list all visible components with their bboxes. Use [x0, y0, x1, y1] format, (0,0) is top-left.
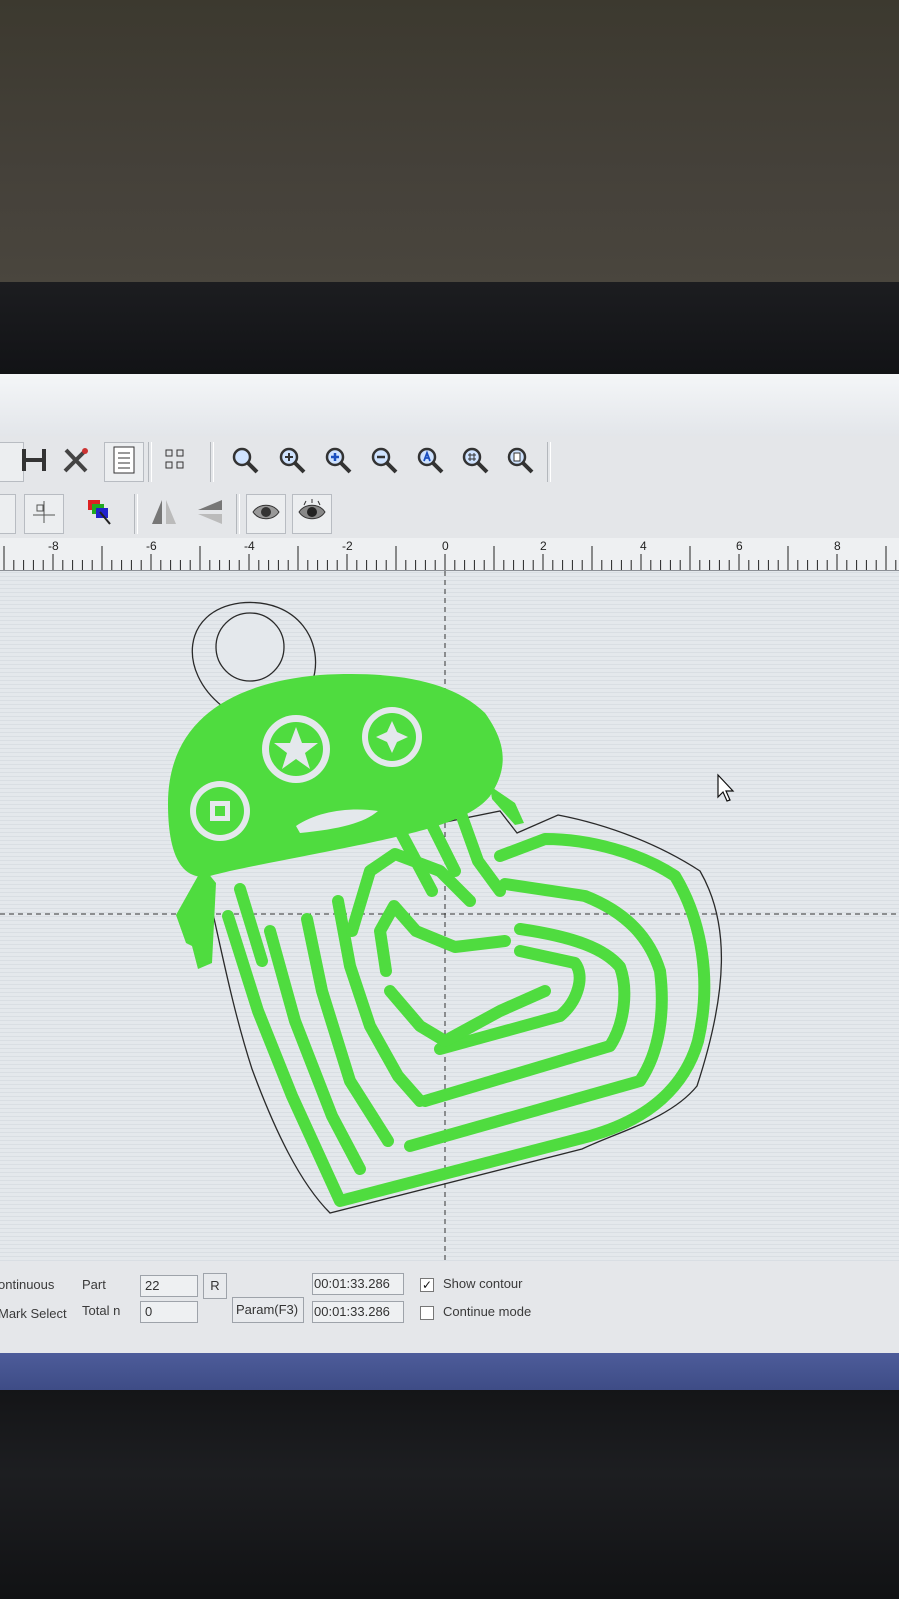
part-field[interactable]: 22 — [140, 1275, 198, 1297]
toolbar-main — [0, 436, 899, 489]
hatch-button[interactable] — [14, 442, 54, 482]
monitor-bezel-top — [0, 282, 899, 374]
continue-mode-label: Continue mode — [443, 1304, 532, 1319]
ruler-label: -2 — [342, 539, 353, 553]
zoom-page-icon — [505, 445, 535, 480]
tools-button[interactable] — [56, 442, 96, 482]
horizontal-ruler: -8 -6 -4 -2 0 2 4 6 8 — [0, 538, 899, 571]
continue-mode-checkbox[interactable] — [420, 1306, 434, 1320]
toolbar-separator — [236, 494, 240, 534]
continuous-label[interactable]: ontinuous — [0, 1277, 54, 1292]
list-button[interactable] — [104, 442, 144, 482]
monitor-bezel-bottom — [0, 1390, 899, 1599]
monitor-screen: -8 -6 -4 -2 0 2 4 6 8 ontinuous Mark Sel… — [0, 374, 899, 1390]
r-button[interactable]: R — [203, 1273, 227, 1299]
mirror-vertical-button[interactable] — [190, 494, 230, 534]
mirror-horizontal-icon — [148, 496, 180, 533]
star-ornament — [262, 715, 330, 783]
toolbar-separator — [148, 442, 152, 482]
show-contour-label: Show contour — [443, 1276, 523, 1291]
toolbar-separator — [134, 494, 138, 534]
mouse-cursor-icon — [717, 773, 735, 802]
hatch-icon — [19, 445, 49, 480]
zoom-in-icon — [277, 445, 307, 480]
cross-ornament — [362, 707, 422, 767]
node-button[interactable] — [156, 442, 196, 482]
tools-icon — [60, 444, 92, 481]
mirror-vertical-icon — [194, 496, 226, 533]
eye-button[interactable] — [246, 494, 286, 534]
heart-stripes — [222, 805, 711, 1207]
window-titlebar — [0, 374, 899, 437]
mark-select-label[interactable]: Mark Select — [0, 1306, 67, 1321]
ruler-label: -6 — [146, 539, 157, 553]
zoom-icon — [230, 445, 260, 480]
toolbar-separator — [210, 442, 214, 482]
toolbar-separator — [547, 442, 551, 482]
status-panel: ontinuous Mark Select Part Total n 22 0 … — [0, 1261, 899, 1353]
eye-alt-button[interactable] — [292, 494, 332, 534]
show-contour-checkbox[interactable]: ✓ — [420, 1278, 434, 1292]
ruler-label: 4 — [640, 539, 647, 553]
ruler-label: 0 — [442, 539, 449, 553]
total-field[interactable]: 0 — [140, 1301, 198, 1323]
list-icon — [111, 445, 137, 480]
zoom-plus-icon — [323, 445, 353, 480]
align-button[interactable] — [24, 494, 64, 534]
os-taskbar — [0, 1353, 899, 1390]
total-label: Total n — [82, 1303, 121, 1318]
ruler-label: -4 — [244, 539, 255, 553]
node-icon — [161, 445, 191, 480]
time-field-2: 00:01:33.286 — [312, 1301, 404, 1323]
zoom-in-button[interactable] — [272, 442, 312, 482]
zoom-out-button[interactable] — [364, 442, 404, 482]
ruler-label: 6 — [736, 539, 743, 553]
design-drawing — [0, 571, 899, 1261]
color-layers-icon — [84, 496, 116, 533]
color-layers-button[interactable] — [80, 494, 120, 534]
ruler-label: -8 — [48, 539, 59, 553]
zoom-button[interactable] — [225, 442, 265, 482]
ruler-label: 8 — [834, 539, 841, 553]
mirror-horizontal-button[interactable] — [144, 494, 184, 534]
zoom-all-icon — [415, 445, 445, 480]
zoom-grid-icon — [460, 445, 490, 480]
partial-button[interactable] — [0, 494, 16, 534]
ruler-label: 2 — [540, 539, 547, 553]
square-ornament — [190, 781, 250, 841]
zoom-page-button[interactable] — [500, 442, 540, 482]
zoom-all-button[interactable] — [410, 442, 450, 482]
toolbar-secondary — [0, 488, 899, 539]
design-canvas[interactable] — [0, 571, 899, 1261]
ruler-ticks — [3, 546, 897, 570]
eye-icon — [250, 496, 282, 533]
zoom-plus-button[interactable] — [318, 442, 358, 482]
param-button[interactable]: Param(F3) — [232, 1297, 304, 1323]
eye-alt-icon — [296, 496, 328, 533]
background-wall — [0, 0, 899, 290]
align-icon — [29, 497, 59, 532]
heart-contour — [202, 810, 723, 1214]
zoom-out-icon — [369, 445, 399, 480]
time-field-1: 00:01:33.286 — [312, 1273, 404, 1295]
part-label: Part — [82, 1277, 106, 1292]
zoom-grid-button[interactable] — [455, 442, 495, 482]
